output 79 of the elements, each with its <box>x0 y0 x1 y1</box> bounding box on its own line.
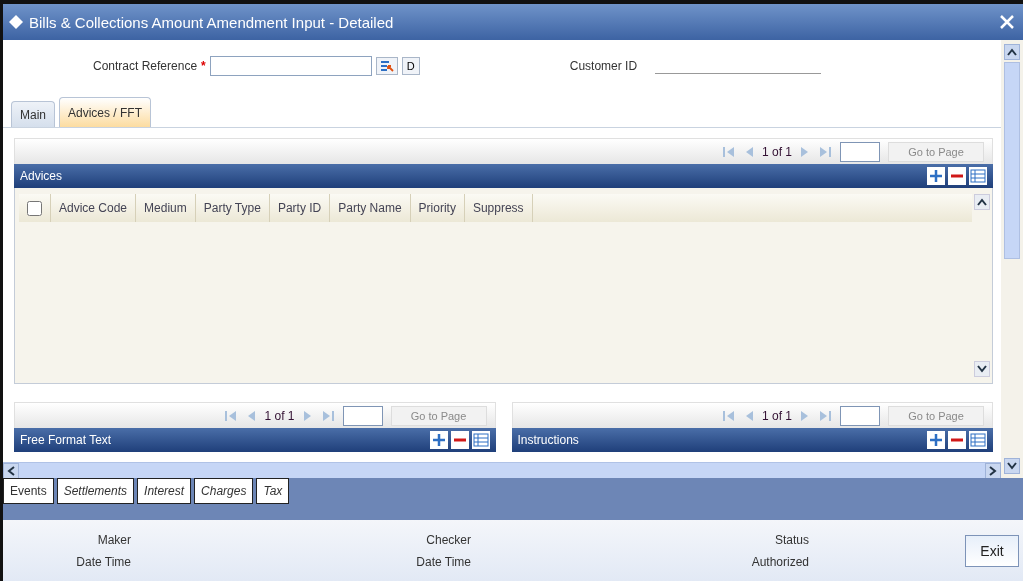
date-time-label: Date Time <box>76 554 131 569</box>
maker-label: Maker <box>97 532 131 547</box>
default-button[interactable]: D <box>401 56 420 75</box>
scroll-right-button[interactable] <box>985 462 1001 478</box>
field-label: Customer ID <box>569 58 638 73</box>
date-time-label: Date Time <box>416 554 471 569</box>
column-header: Party Type <box>195 194 270 222</box>
function-tab[interactable]: Events <box>3 478 54 504</box>
page-count: 1 of 1 <box>761 408 792 423</box>
list-icon <box>970 433 986 447</box>
scroll-up-button[interactable] <box>1004 44 1020 60</box>
window-title: Bills & Collections Amount Amendment Input - Detailed <box>29 13 395 31</box>
list-view-button[interactable] <box>969 431 987 449</box>
last-page-icon[interactable] <box>818 408 832 423</box>
panel-title: Instructions <box>517 433 580 447</box>
column-header: Priority <box>410 194 465 222</box>
delete-row-button[interactable] <box>948 167 966 185</box>
delete-row-button[interactable] <box>948 431 966 449</box>
function-tab[interactable]: Charges <box>194 478 254 504</box>
previous-page-icon[interactable] <box>246 408 257 423</box>
list-view-button[interactable] <box>969 167 987 185</box>
column-header: Advice Code <box>51 194 137 222</box>
chevron-up-icon <box>1007 48 1017 56</box>
status-label: Status <box>774 532 809 547</box>
page-number-field[interactable] <box>840 141 880 162</box>
last-page-icon[interactable] <box>818 144 832 159</box>
last-page-icon[interactable] <box>320 408 335 423</box>
page-count: 1 of 1 <box>264 408 295 423</box>
column-header: Party ID <box>269 194 331 222</box>
first-page-icon[interactable] <box>721 408 736 423</box>
contract-reference-field[interactable] <box>209 55 372 76</box>
list-view-button[interactable] <box>471 431 490 449</box>
next-page-icon[interactable] <box>800 408 810 423</box>
function-tab[interactable]: Tax <box>256 478 290 504</box>
vertical-scrollbar[interactable] <box>1001 40 1023 478</box>
page-number-field[interactable] <box>840 405 880 426</box>
plus-icon <box>929 433 943 447</box>
horizontal-scrollbar[interactable] <box>3 462 1001 478</box>
chevron-up-icon <box>977 198 987 206</box>
next-page-icon[interactable] <box>302 408 313 423</box>
delete-row-button[interactable] <box>450 431 469 449</box>
chevron-down-icon <box>1007 462 1017 470</box>
scroll-down-button[interactable] <box>1004 458 1020 474</box>
panel-title: Free Format Text <box>20 433 113 447</box>
tab[interactable]: Advices / FFT <box>59 97 152 127</box>
tab[interactable]: Main <box>11 101 55 127</box>
function-tab[interactable]: Interest <box>137 478 192 504</box>
list-icon <box>472 433 489 447</box>
panel-title: Advices <box>20 169 64 183</box>
add-row-button[interactable] <box>927 167 945 185</box>
first-page-icon[interactable] <box>224 408 239 423</box>
diamond-icon <box>9 15 23 29</box>
chevron-left-icon <box>7 465 15 476</box>
status-value: Authorized <box>751 554 809 569</box>
exit-button[interactable]: Exit <box>965 534 1019 567</box>
select-all-checkbox[interactable] <box>27 200 42 216</box>
add-row-button[interactable] <box>927 431 945 449</box>
add-row-button[interactable] <box>429 431 448 449</box>
page-number-field[interactable] <box>342 405 383 426</box>
scroll-left-button[interactable] <box>3 462 19 478</box>
function-tab[interactable]: Settlements <box>56 478 135 504</box>
list-arrow-icon <box>379 59 394 72</box>
column-header: Suppress <box>464 194 533 222</box>
next-page-icon[interactable] <box>800 144 810 159</box>
plus-icon <box>929 169 943 183</box>
first-page-icon[interactable] <box>721 144 736 159</box>
scroll-down-button[interactable] <box>974 361 990 377</box>
lookup-button[interactable] <box>375 56 398 75</box>
column-header: Medium <box>136 194 196 222</box>
list-icon <box>970 169 986 183</box>
column-header: Party Name <box>330 194 411 222</box>
field-label: Contract Reference <box>93 58 198 73</box>
chevron-right-icon <box>989 465 997 476</box>
scroll-up-button[interactable] <box>974 194 990 210</box>
chevron-down-icon <box>977 365 987 373</box>
plus-icon <box>431 433 446 447</box>
required-mark: * <box>201 58 206 73</box>
checker-label: Checker <box>426 532 471 547</box>
page-count: 1 of 1 <box>761 144 792 159</box>
